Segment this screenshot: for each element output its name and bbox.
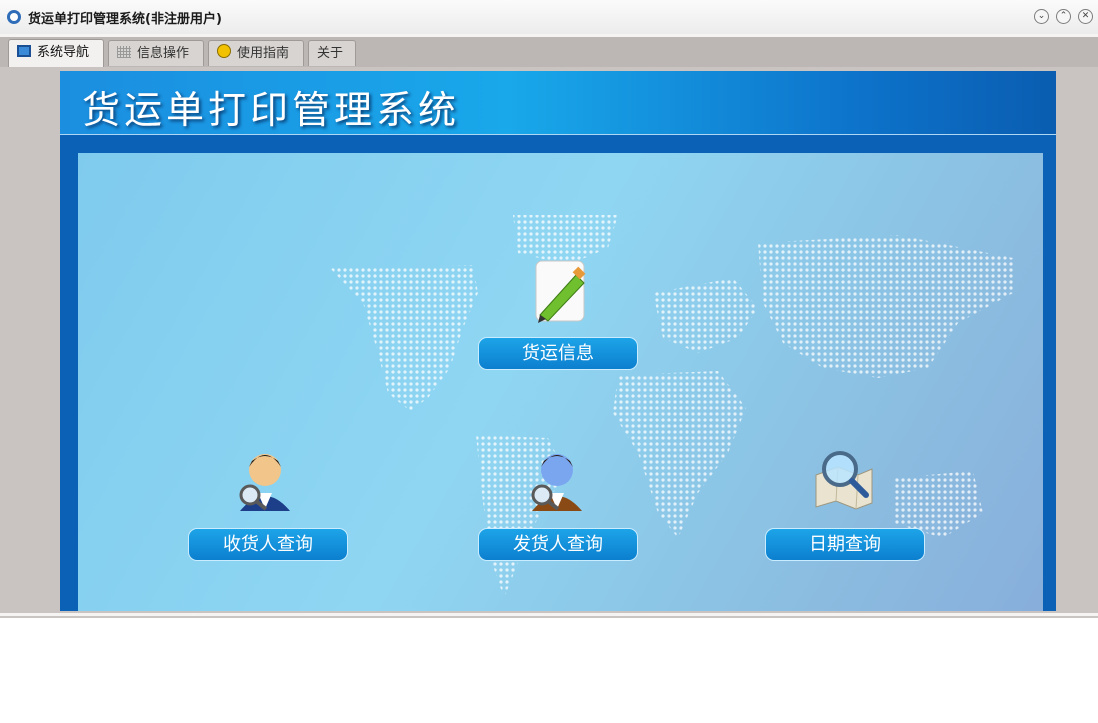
tab-label: 使用指南 <box>237 46 290 61</box>
grid-icon <box>117 46 131 58</box>
banner: 货运单打印管理系统 <box>60 71 1056 135</box>
tab-info-ops[interactable]: 信息操作 <box>108 40 204 66</box>
monitor-icon <box>17 45 31 57</box>
sender-query-button[interactable]: 发货人查询 <box>478 528 638 561</box>
notepad-pencil-icon[interactable] <box>526 255 596 325</box>
tab-label: 关于 <box>317 46 344 61</box>
receiver-query-button[interactable]: 收货人查询 <box>188 528 348 561</box>
banner-title: 货运单打印管理系统 <box>82 88 461 132</box>
app-logo-icon <box>7 10 21 24</box>
date-query-button[interactable]: 日期查询 <box>765 528 925 561</box>
help-icon <box>217 44 231 58</box>
title-bar: 货运单打印管理系统(非注册用户) ⌄ ⌃ ✕ <box>0 0 1098 34</box>
person-search-icon[interactable] <box>522 443 592 513</box>
map-magnifier-icon[interactable] <box>808 445 878 515</box>
tab-system-nav[interactable]: 系统导航 <box>8 39 104 67</box>
tab-label: 系统导航 <box>37 45 90 60</box>
app-window: 货运单打印管理系统(非注册用户) ⌄ ⌃ ✕ 系统导航 信息操作 使用指南 关于… <box>0 0 1098 618</box>
tab-about[interactable]: 关于 <box>308 40 356 66</box>
person-search-icon[interactable] <box>230 443 300 513</box>
tab-bar: 系统导航 信息操作 使用指南 关于 <box>0 37 1098 67</box>
tab-user-guide[interactable]: 使用指南 <box>208 40 304 66</box>
navigation-stage: 货运信息 收货人查询 发货人查询 日期查询 <box>78 153 1043 611</box>
minimize-button[interactable]: ⌄ <box>1034 9 1049 24</box>
tab-label: 信息操作 <box>137 46 190 61</box>
navigation-panel: 货运单打印管理系统 货运信息 收货人查询 发货人查询 日期查询 <box>60 71 1056 611</box>
maximize-button[interactable]: ⌃ <box>1056 9 1071 24</box>
window-title: 货运单打印管理系统(非注册用户) <box>28 12 222 27</box>
close-button[interactable]: ✕ <box>1078 9 1093 24</box>
freight-info-button[interactable]: 货运信息 <box>478 337 638 370</box>
